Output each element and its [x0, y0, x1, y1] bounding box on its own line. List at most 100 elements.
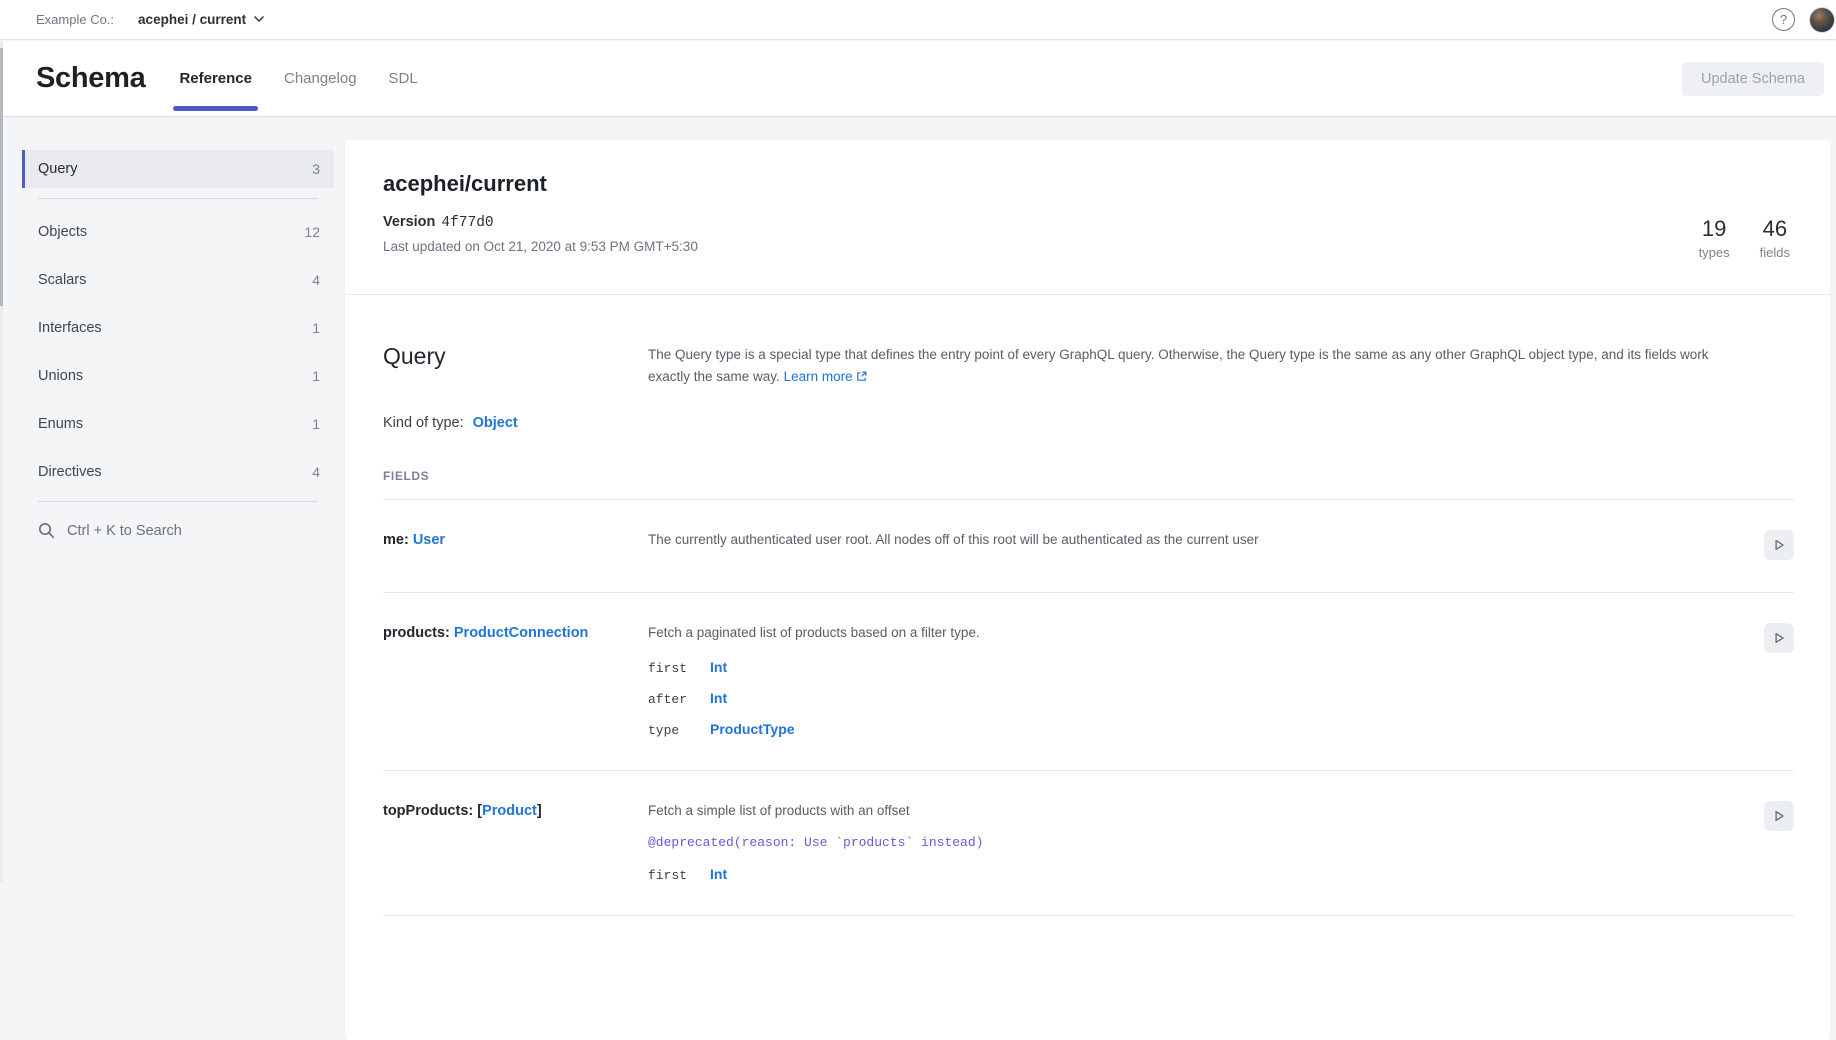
field-name-text: me:: [383, 532, 409, 548]
argument-type-link[interactable]: ProductType: [710, 721, 795, 737]
field-name: topProducts: [Product]: [383, 801, 648, 821]
argument-row: type ProductType: [648, 721, 1748, 738]
argument-type-link[interactable]: Int: [710, 866, 727, 882]
sidebar-item-count: 4: [312, 464, 320, 480]
external-link-icon: [856, 367, 867, 389]
field-type-link[interactable]: User: [413, 532, 445, 548]
help-icon[interactable]: ?: [1772, 8, 1795, 31]
chevron-down-icon: [254, 16, 264, 23]
top-bar: Example Co.: acephei / current ?: [0, 0, 1836, 40]
run-in-explorer-button[interactable]: [1764, 530, 1794, 560]
argument-name: first: [648, 661, 710, 676]
stat-fields-label: fields: [1760, 245, 1790, 260]
run-in-explorer-button[interactable]: [1764, 623, 1794, 653]
field-main: The currently authenticated user root. A…: [648, 530, 1764, 550]
kind-value-link[interactable]: Object: [473, 415, 518, 431]
tab-changelog[interactable]: Changelog: [284, 41, 357, 116]
field-name-text: topProducts:: [383, 803, 473, 819]
type-description: The Query type is a special type that de…: [648, 341, 1753, 389]
org-label: Example Co.:: [36, 12, 114, 27]
sidebar-item-label: Directives: [38, 464, 102, 480]
fields-heading: FIELDS: [383, 469, 1794, 483]
stat-types-value: 19: [1699, 216, 1730, 242]
sidebar-item-scalars[interactable]: Scalars 4: [22, 261, 334, 299]
graph-selector[interactable]: acephei / current: [138, 12, 264, 27]
graph-selector-label: acephei / current: [138, 12, 246, 27]
field-divider: [383, 915, 1794, 916]
sidebar-item-unions[interactable]: Unions 1: [22, 357, 334, 395]
sidebar-item-label: Unions: [38, 368, 83, 384]
version-row: Version 4f77d0: [383, 214, 1794, 231]
topbar-right: ?: [1772, 7, 1822, 33]
sidebar-item-count: 4: [312, 272, 320, 288]
version-value: 4f77d0: [441, 215, 493, 231]
play-icon: [1772, 809, 1786, 823]
field-type-link[interactable]: Product: [482, 803, 537, 819]
page-title: Schema: [36, 62, 145, 95]
schema-reference-card: acephei/current Version 4f77d0 Last updat…: [345, 140, 1830, 1040]
sidebar-item-label: Scalars: [38, 272, 86, 288]
sidebar-item-directives[interactable]: Directives 4: [22, 453, 334, 491]
field-name: me: User: [383, 530, 648, 550]
search-icon: [38, 522, 55, 539]
learn-more-link[interactable]: Learn more: [784, 369, 867, 384]
sidebar-item-count: 1: [312, 320, 320, 336]
field-type-suffix: ]: [537, 803, 542, 819]
field-row-me: me: User The currently authenticated use…: [383, 500, 1794, 592]
stat-types: 19 types: [1699, 216, 1730, 260]
argument-list: first Int: [648, 866, 1748, 883]
argument-list: first Int after Int type ProductType: [648, 659, 1748, 738]
argument-type-link[interactable]: Int: [710, 690, 727, 706]
stat-fields-value: 46: [1760, 216, 1790, 242]
kind-label: Kind of type:: [383, 415, 464, 431]
sidebar-item-count: 12: [304, 224, 320, 240]
kind-of-type-row: Kind of type: Object: [383, 415, 1794, 431]
stat-fields: 46 fields: [1760, 216, 1790, 260]
field-description: Fetch a simple list of products with an …: [648, 801, 1748, 821]
field-name: products: ProductConnection: [383, 623, 648, 643]
argument-name: type: [648, 723, 710, 738]
field-description: Fetch a paginated list of products based…: [648, 623, 1748, 643]
search-hint: Ctrl + K to Search: [67, 523, 182, 539]
field-type-link[interactable]: ProductConnection: [454, 625, 589, 641]
argument-type-link[interactable]: Int: [710, 659, 727, 675]
left-scrollbar-thumb[interactable]: [0, 48, 3, 306]
user-avatar[interactable]: [1809, 7, 1835, 33]
schema-search[interactable]: Ctrl + K to Search: [22, 522, 334, 539]
argument-row: first Int: [648, 866, 1748, 883]
run-in-explorer-button[interactable]: [1764, 801, 1794, 831]
field-description: The currently authenticated user root. A…: [648, 530, 1748, 550]
play-icon: [1772, 538, 1786, 552]
type-header: Query The Query type is a special type t…: [383, 341, 1794, 389]
sidebar-item-objects[interactable]: Objects 12: [22, 213, 334, 251]
sidebar-item-label: Interfaces: [38, 320, 102, 336]
update-schema-button[interactable]: Update Schema: [1682, 62, 1824, 96]
tab-sdl[interactable]: SDL: [389, 41, 418, 116]
last-updated: Last updated on Oct 21, 2020 at 9:53 PM …: [383, 239, 1794, 254]
sidebar-item-count: 1: [312, 416, 320, 432]
field-main: Fetch a simple list of products with an …: [648, 801, 1764, 883]
tab-reference[interactable]: Reference: [179, 41, 252, 116]
sidebar-item-query[interactable]: Query 3: [22, 150, 334, 188]
schema-stats: 19 types 46 fields: [1699, 216, 1790, 260]
learn-more-label: Learn more: [784, 369, 853, 384]
argument-row: first Int: [648, 659, 1748, 676]
sidebar-divider: [38, 501, 318, 502]
play-icon: [1772, 631, 1786, 645]
graph-title: acephei/current: [383, 170, 1794, 198]
sidebar-item-interfaces[interactable]: Interfaces 1: [22, 309, 334, 347]
sidebar-divider: [38, 198, 318, 199]
field-name-text: products:: [383, 625, 450, 641]
tab-bar: Reference Changelog SDL: [179, 41, 417, 116]
sidebar-item-label: Objects: [38, 224, 87, 240]
version-label: Version: [383, 214, 435, 230]
sidebar-item-count: 1: [312, 368, 320, 384]
sidebar-item-enums[interactable]: Enums 1: [22, 405, 334, 443]
deprecated-annotation: @deprecated(reason: Use `products` inste…: [648, 835, 1748, 850]
left-scrollbar-track[interactable]: [0, 41, 3, 882]
argument-name: first: [648, 868, 710, 883]
help-glyph: ?: [1780, 12, 1787, 27]
schema-sidebar: Query 3 Objects 12 Scalars 4 Interfaces …: [22, 150, 334, 539]
field-row-topProducts: topProducts: [Product] Fetch a simple li…: [383, 771, 1794, 915]
type-name: Query: [383, 341, 648, 389]
